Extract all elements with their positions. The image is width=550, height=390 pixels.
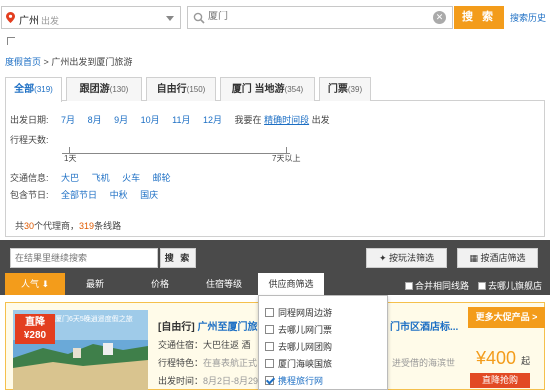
transport-option[interactable]: 大巴 (61, 173, 79, 183)
supplier-option[interactable]: 厦门海峡国旅 (265, 357, 332, 370)
result-search-button[interactable]: 搜 索 (160, 248, 196, 268)
holiday-option[interactable]: 国庆 (140, 190, 158, 200)
supplier-option-selected[interactable]: 携程旅行网 (265, 374, 323, 387)
supplier-dropdown-menu: 同程网周边游 去哪儿网门票 去哪儿网团购 厦门海峡国旅 携程旅行网 (258, 295, 388, 390)
exact-date-link[interactable]: 精确时间段 (264, 115, 309, 125)
transport-filter-row: 交通信息: 大巴 飞机 火车 邮轮 (10, 173, 171, 183)
tab-all[interactable]: 全部(319) (5, 77, 62, 102)
month-option[interactable]: 8月 (88, 115, 102, 125)
departure-city-field[interactable]: 广州 出发 (1, 6, 181, 29)
search-icon (193, 12, 205, 24)
hotel-icon: ▦ (469, 253, 478, 263)
agency-summary: 共30个代理商，319条线路 (15, 221, 122, 231)
chevron-down-icon[interactable] (166, 16, 174, 21)
holiday-filter-row: 包含节日: 全部节日 中秋 国庆 (10, 190, 159, 200)
supplier-option[interactable]: 同程网周边游 (265, 306, 332, 319)
breadcrumb-home-link[interactable]: 度假首页 (5, 57, 41, 67)
product-title-tail[interactable]: 门市区酒店标... (390, 318, 458, 333)
departure-city: 广州 出发 (19, 16, 60, 27)
product-price: ¥400 起 (476, 348, 531, 368)
holiday-option[interactable]: 中秋 (110, 190, 128, 200)
destination-input[interactable] (208, 11, 408, 22)
month-option[interactable]: 9月 (114, 115, 128, 125)
month-option[interactable]: 10月 (141, 115, 160, 125)
depart-info: 出发时间：8月2日-8月29 (158, 376, 259, 386)
holiday-option[interactable]: 全部节日 (61, 190, 97, 200)
days-max-label: 7天以上 (272, 154, 301, 163)
tab-free-travel[interactable]: 自由行(150) (146, 77, 216, 101)
transport-option[interactable]: 邮轮 (153, 173, 171, 183)
sort-bar: 人气 ⬇ 最新 价格 住宿等级 供应商筛选 合并相同线路 去哪儿旗舰店 (0, 273, 550, 295)
tab-tickets[interactable]: 门票(39) (319, 77, 371, 101)
result-search-input[interactable] (11, 249, 151, 267)
sort-newest[interactable]: 最新 (65, 273, 125, 295)
transport-option[interactable]: 火车 (122, 173, 140, 183)
days-filter-label: 行程天数: (10, 135, 49, 145)
days-min-label: 1天 (64, 154, 77, 163)
search-button[interactable]: 搜 索 (454, 6, 504, 29)
pin-icon: ✦ (378, 253, 387, 263)
breadcrumb: 度假首页 > 广州出发到厦门旅游 (5, 57, 133, 67)
transport-info: 交通住宿：大巴往返 酒 (158, 340, 251, 350)
hotel-filter-button[interactable]: ▦ 按酒店筛选 (457, 248, 538, 268)
tab-local-tour[interactable]: 厦门 当地游(354) (220, 77, 315, 101)
more-deals-button[interactable]: 更多大促产品 > (468, 307, 545, 328)
feature-tail: 进受借的海滨世 (392, 358, 456, 368)
days-slider-track[interactable] (62, 153, 290, 154)
product-title[interactable]: [自由行] 广州至厦门旅游 (158, 318, 267, 333)
month-option[interactable]: 11月 (172, 115, 190, 125)
category-tabs: 全部(319) 跟团游(130) 自由行(150) 厦门 当地游(354) 门票… (5, 77, 545, 102)
destination-field[interactable]: ✕ (187, 6, 453, 29)
month-option[interactable]: 12月 (203, 115, 222, 125)
tab-group-tour[interactable]: 跟团游(130) (66, 77, 142, 101)
location-pin-icon (6, 12, 15, 23)
supplier-filter-dropdown[interactable]: 供应商筛选 (258, 273, 324, 295)
flagship-checkbox[interactable]: 去哪儿旗舰店 (478, 279, 542, 292)
result-search-field[interactable] (10, 248, 158, 268)
breadcrumb-current: 广州出发到厦门旅游 (51, 57, 133, 67)
month-option[interactable]: 7月 (61, 115, 75, 125)
merge-routes-checkbox[interactable]: 合并相同线路 (405, 279, 469, 292)
sort-price[interactable]: 价格 (130, 273, 190, 295)
sort-hotel-level[interactable]: 住宿等级 (192, 273, 256, 295)
supplier-option[interactable]: 去哪儿网团购 (265, 340, 332, 353)
clear-icon[interactable]: ✕ (433, 11, 446, 24)
sort-popularity[interactable]: 人气 ⬇ (5, 273, 65, 295)
buy-button[interactable]: 直降抢购 (470, 373, 530, 388)
arrow-down-icon: ⬇ (41, 279, 50, 289)
feature-info: 行程特色：在喜表航正式 (158, 358, 258, 368)
corner-mark (7, 37, 15, 45)
photo-caption: 厦门6天5晚逍遥度假之旅 (55, 316, 133, 323)
transport-option[interactable]: 飞机 (92, 173, 110, 183)
date-filter-row: 出发日期: 7月 8月 9月 10月 11月 12月 我要在 精确时间段 出发 (10, 115, 330, 125)
play-filter-button[interactable]: ✦ 按玩法筛选 (366, 248, 447, 268)
supplier-option[interactable]: 去哪儿网门票 (265, 323, 332, 336)
search-history-link[interactable]: 搜索历史 (510, 11, 546, 24)
discount-badge: 直降 ¥280 (15, 314, 55, 344)
